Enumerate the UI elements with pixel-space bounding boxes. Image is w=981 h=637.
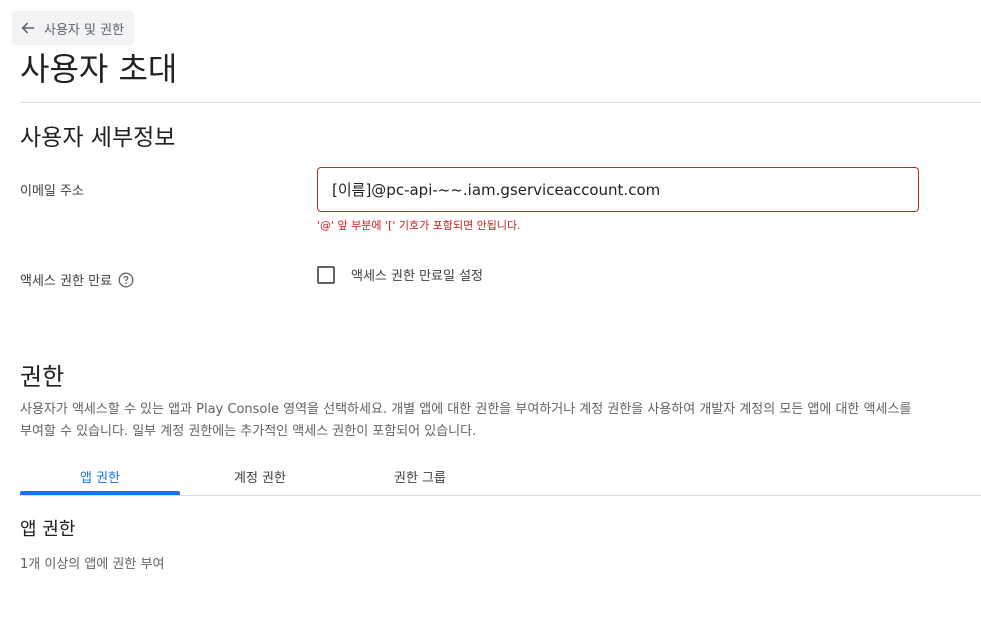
- title-divider: [20, 102, 981, 103]
- help-circle-icon[interactable]: [118, 272, 134, 288]
- back-label: 사용자 및 권한: [44, 22, 125, 38]
- email-label: 이메일 주소: [20, 184, 84, 199]
- expiry-label-row: 액세스 권한 만료: [20, 270, 134, 289]
- app-permissions-description: 1개 이상의 앱에 권한 부여: [20, 557, 165, 572]
- email-field[interactable]: [317, 167, 919, 212]
- tab-app-permissions[interactable]: 앱 권한: [20, 458, 180, 494]
- back-to-users-button[interactable]: 사용자 및 권한: [12, 11, 135, 45]
- tab-permission-groups[interactable]: 권한 그룹: [340, 458, 500, 494]
- page-title: 사용자 초대: [20, 50, 178, 88]
- expiry-checkbox[interactable]: [317, 265, 335, 284]
- tabs-divider: [20, 495, 981, 496]
- expiry-checkbox-row[interactable]: 액세스 권한 만료일 설정: [317, 265, 483, 284]
- app-permissions-title: 앱 권한: [20, 519, 76, 540]
- tab-account-permissions[interactable]: 계정 권한: [180, 458, 340, 494]
- expiry-label: 액세스 권한 만료: [20, 274, 112, 289]
- permissions-tabs: 앱 권한 계정 권한 권한 그룹: [20, 458, 981, 496]
- user-details-title: 사용자 세부정보: [20, 125, 176, 151]
- expiry-checkbox-label: 액세스 권한 만료일 설정: [351, 269, 483, 284]
- permissions-title: 권한: [20, 363, 65, 391]
- invite-user-page: 사용자 및 권한 사용자 초대 사용자 세부정보 이메일 주소 '@' 앞 부분…: [0, 0, 981, 637]
- email-error-message: '@' 앞 부분에 '[' 기호가 포함되면 안됩니다.: [317, 219, 521, 232]
- permissions-description: 사용자가 액세스할 수 있는 앱과 Play Console 영역을 선택하세요…: [20, 402, 912, 439]
- arrow-left-icon: [20, 20, 36, 36]
